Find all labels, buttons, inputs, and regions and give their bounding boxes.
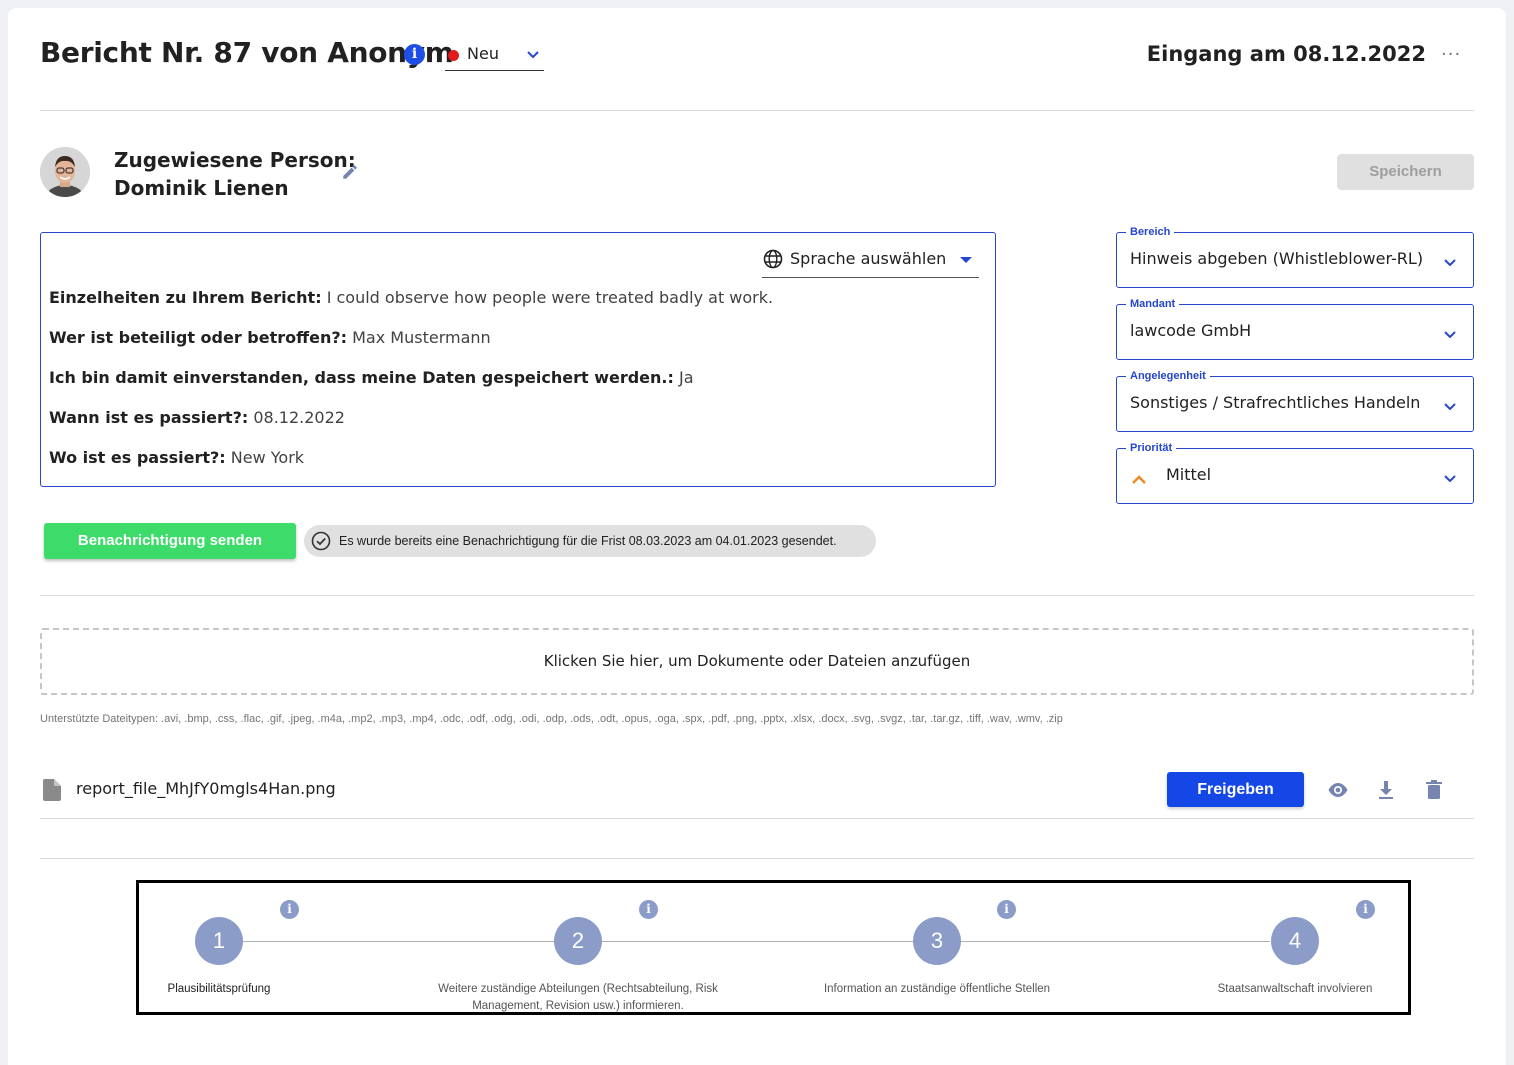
divider [40, 110, 1474, 111]
status-value: Neu [467, 44, 499, 63]
bereich-legend: Bereich [1126, 224, 1175, 240]
report-field-value: New York [230, 448, 305, 467]
file-dropzone[interactable]: Klicken Sie hier, um Dokumente oder Date… [40, 628, 1474, 695]
prioritaet-select[interactable]: Priorität Mittel [1116, 440, 1474, 504]
eye-icon[interactable] [1326, 778, 1350, 806]
check-circle-icon [311, 531, 331, 563]
info-icon[interactable]: i [404, 44, 425, 65]
mandant-value: lawcode GmbH [1130, 321, 1252, 340]
step-label: Information an zuständige öffentliche St… [823, 983, 1051, 995]
step-label: Weitere zuständige Abteilungen (Rechtsab… [438, 983, 718, 1012]
assignee-heading: Zugewiesene Person: [114, 148, 356, 172]
report-field-label: Ich bin damit einverstanden, dass meine … [49, 368, 674, 387]
divider [40, 818, 1474, 819]
divider [40, 858, 1474, 859]
notification-info-chip: Es wurde bereits eine Benachrichtigung f… [304, 525, 876, 557]
avatar [40, 147, 90, 197]
report-field: Wann ist es passiert?: 08.12.2022 [49, 408, 345, 427]
status-dot-icon [448, 50, 459, 61]
report-field-label: Einzelheiten zu Ihrem Bericht: [49, 288, 322, 307]
info-icon[interactable]: i [639, 900, 658, 919]
assignee-name: Dominik Lienen [114, 176, 289, 200]
bereich-value: Hinweis abgeben (Whistleblower-RL) [1130, 249, 1424, 268]
mandant-select[interactable]: Mandant lawcode GmbH [1116, 296, 1474, 360]
prioritaet-value: Mittel [1166, 465, 1212, 484]
page-title: Bericht Nr. 87 von Anonym [40, 36, 454, 69]
download-icon[interactable] [1374, 778, 1398, 806]
chevron-down-icon [1443, 254, 1457, 273]
report-field-label: Wo ist es passiert?: [49, 448, 226, 467]
process-stepper: 1 i Plausibilitätsprüfung 2 i Weitere zu… [136, 880, 1411, 1015]
info-icon[interactable]: i [1356, 900, 1375, 919]
status-select[interactable]: Neu [445, 42, 544, 71]
step-connector [961, 941, 1270, 942]
step-connector [243, 941, 554, 942]
report-field: Ich bin damit einverstanden, dass meine … [49, 368, 694, 387]
report-field-value: I could observe how people were treated … [326, 288, 774, 307]
divider [40, 595, 1474, 596]
mandant-legend: Mandant [1126, 296, 1180, 312]
report-field-value: 08.12.2022 [253, 408, 345, 427]
bereich-select[interactable]: Bereich Hinweis abgeben (Whistleblower-R… [1116, 224, 1474, 288]
chevron-down-icon [1443, 470, 1457, 489]
notification-info-text: Es wurde bereits eine Benachrichtigung f… [339, 534, 837, 548]
step-label: Plausibilitätsprüfung [167, 983, 271, 995]
step-connector [602, 941, 913, 942]
file-icon [43, 779, 61, 805]
priority-medium-icon [1131, 471, 1147, 490]
report-field: Wo ist es passiert?: New York [49, 448, 304, 467]
release-button[interactable]: Freigeben [1167, 772, 1304, 807]
report-field: Wer ist beteiligt oder betroffen?: Max M… [49, 328, 491, 347]
report-field-value: Ja [679, 368, 694, 387]
step-1[interactable]: 1 [195, 917, 243, 965]
report-field-label: Wann ist es passiert?: [49, 408, 249, 427]
caret-down-icon [960, 257, 972, 263]
chevron-down-icon [1443, 398, 1457, 417]
info-icon[interactable]: i [280, 900, 299, 919]
assignee-label: Zugewiesene Person: Dominik Lienen [114, 146, 356, 202]
report-field-value: Max Mustermann [352, 328, 491, 347]
step-4[interactable]: 4 [1271, 917, 1319, 965]
report-field-label: Wer ist beteiligt oder betroffen?: [49, 328, 348, 347]
report-field: Einzelheiten zu Ihrem Bericht: I could o… [49, 288, 773, 307]
send-notification-button[interactable]: Benachrichtigung senden [44, 523, 296, 559]
supported-file-types: Unterstützte Dateitypen: .avi, .bmp, .cs… [40, 713, 1063, 725]
chevron-down-icon [525, 46, 541, 66]
edit-pencil-icon[interactable] [341, 163, 359, 185]
step-label: Staatsanwaltschaft involvieren [1217, 983, 1373, 995]
step-3[interactable]: 3 [913, 917, 961, 965]
language-select[interactable]: Sprache auswählen [762, 247, 979, 278]
angelegenheit-value: Sonstiges / Strafrechtliches Handeln [1130, 393, 1421, 412]
language-placeholder: Sprache auswählen [790, 249, 947, 268]
prioritaet-legend: Priorität [1126, 440, 1177, 456]
more-options-icon[interactable]: ··· [1441, 46, 1461, 64]
angelegenheit-select[interactable]: Angelegenheit Sonstiges / Strafrechtlich… [1116, 368, 1474, 432]
info-icon[interactable]: i [997, 900, 1016, 919]
report-details-box: Sprache auswählen Einzelheiten zu Ihrem … [40, 232, 996, 487]
globe-icon [763, 249, 783, 273]
save-button[interactable]: Speichern [1337, 154, 1474, 190]
chevron-down-icon [1443, 326, 1457, 345]
step-2[interactable]: 2 [554, 917, 602, 965]
trash-icon[interactable] [1422, 778, 1446, 806]
angelegenheit-legend: Angelegenheit [1126, 368, 1210, 384]
received-date: Eingang am 08.12.2022 [1146, 42, 1426, 66]
file-name[interactable]: report_file_MhJfY0mgls4Han.png [76, 779, 336, 798]
